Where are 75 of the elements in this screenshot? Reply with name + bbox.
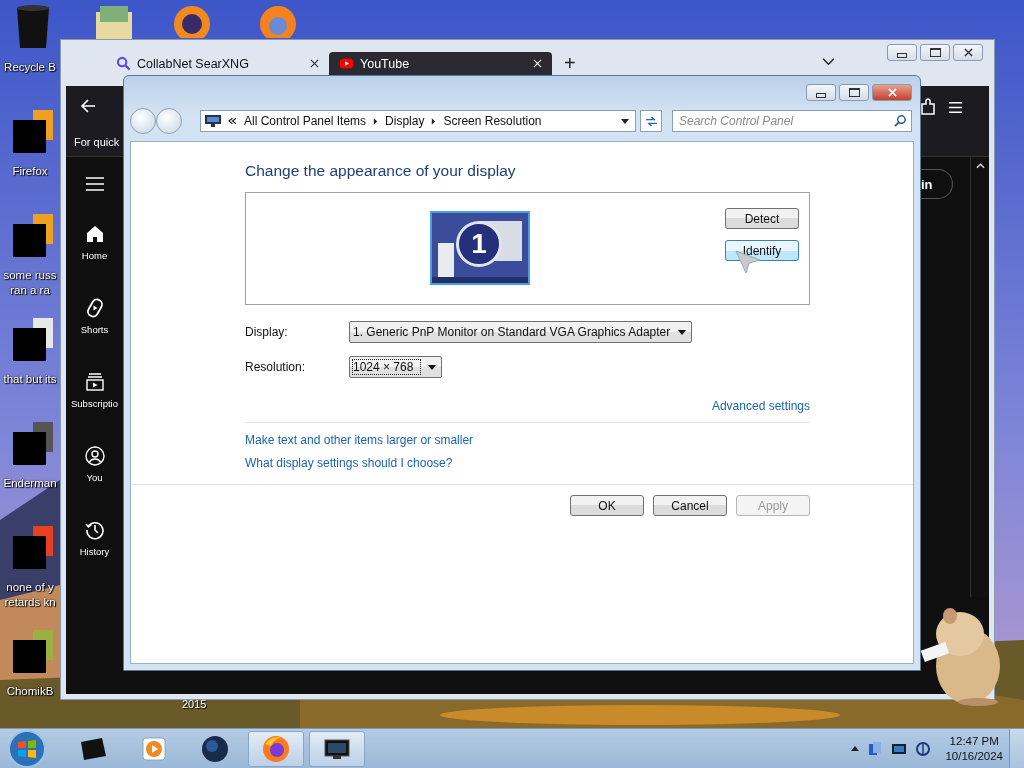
browser-tab[interactable]: CollabNet SearXNG: [106, 52, 329, 75]
icon-label[interactable]: some russ ran a ra: [3, 268, 57, 298]
shorts-icon: [84, 298, 105, 318]
help-link[interactable]: What display settings should I choose?: [245, 456, 453, 470]
resolution-dropdown[interactable]: 1024 × 768: [349, 356, 442, 378]
dialog-button[interactable]: Cancel: [653, 495, 727, 516]
caret-down-icon: [678, 329, 687, 335]
breadcrumb-item[interactable]: Display: [385, 114, 425, 128]
start-button[interactable]: [7, 728, 47, 768]
puzzle-icon[interactable]: [920, 98, 938, 116]
breadcrumb-item[interactable]: Screen Resolution: [443, 114, 542, 128]
maximize-button[interactable]: [839, 84, 869, 101]
new-tab-button[interactable]: +: [564, 53, 576, 73]
close-icon: [963, 48, 973, 57]
icon-label[interactable]: Recycle B: [4, 60, 56, 75]
caret-down-icon: [428, 364, 436, 370]
notification-text: For quick: [74, 136, 120, 148]
caret-up-icon[interactable]: [851, 746, 860, 751]
caret-right-icon[interactable]: [373, 117, 379, 125]
history-icon: [84, 520, 105, 540]
refresh-icon: [644, 115, 658, 127]
caret-right-icon[interactable]: [431, 117, 437, 125]
home-icon: [84, 224, 105, 244]
monitor-icon: [205, 115, 221, 127]
field-label: Resolution:: [245, 360, 307, 374]
taskbar-button[interactable]: [309, 730, 365, 767]
app-icon[interactable]: [13, 420, 53, 466]
globe-icon: [200, 733, 230, 764]
address-bar[interactable]: All Control Panel Items Display Screen Resolution: [200, 110, 636, 132]
app-icon[interactable]: [13, 212, 53, 258]
browser-tab[interactable]: YouTube: [329, 52, 552, 75]
back-arrow-icon[interactable]: [80, 98, 96, 114]
tray-app-icon[interactable]: [867, 740, 884, 757]
sidebar-item[interactable]: Home: [81, 224, 108, 298]
search-icon: [894, 114, 907, 127]
play-logo-icon: [339, 56, 354, 71]
subscriptions-icon: [84, 372, 105, 392]
display-dropdown[interactable]: 1. Generic PnP Monitor on Standard VGA Graphics Adapter: [349, 321, 693, 343]
search-icon: [116, 56, 131, 71]
clock-time[interactable]: 12:47 PM: [949, 733, 999, 749]
help-link[interactable]: Make text and other items larger or smaller: [245, 433, 474, 447]
app-icon[interactable]: [13, 628, 53, 674]
icon-label[interactable]: ChomikB: [6, 684, 54, 699]
double-chevron-icon: [228, 117, 237, 125]
user-icon: [84, 446, 105, 466]
chevron-up-icon[interactable]: [975, 163, 985, 169]
sidebar-item[interactable]: History: [79, 520, 110, 594]
page-heading: Change the appearance of your display: [245, 162, 517, 180]
search-field[interactable]: Search Control Panel: [672, 110, 912, 132]
advanced-settings-link[interactable]: Advanced settings: [711, 399, 810, 413]
app-icon[interactable]: [13, 316, 53, 362]
menu-icon[interactable]: [948, 100, 963, 114]
close-icon[interactable]: [310, 59, 319, 68]
close-icon: [887, 88, 897, 97]
close-button[interactable]: [953, 44, 983, 61]
menu-icon[interactable]: [85, 177, 104, 191]
minimize-button[interactable]: [806, 84, 836, 101]
minimize-button[interactable]: [887, 44, 917, 61]
icon-label[interactable]: Firefox: [12, 164, 48, 179]
dialog-button[interactable]: OK: [570, 495, 644, 516]
panel-button[interactable]: Detect: [725, 208, 799, 229]
maximize-button[interactable]: [920, 44, 950, 61]
sidebar-item[interactable]: Subscriptio: [71, 372, 118, 446]
chevron-down-icon[interactable]: [822, 57, 835, 66]
icon-label: 2015: [182, 698, 207, 710]
firefox-icon: [261, 733, 291, 764]
clock-date[interactable]: 10/16/2024: [945, 748, 1003, 764]
panel-button[interactable]: Identify: [725, 240, 799, 261]
refresh-button[interactable]: [640, 110, 662, 132]
breadcrumb-item[interactable]: All Control Panel Items: [244, 114, 367, 128]
field-label: Display:: [245, 325, 289, 339]
app-icon[interactable]: [13, 108, 53, 154]
caret-down-icon[interactable]: [621, 118, 629, 124]
sidebar-item[interactable]: Shorts: [80, 298, 109, 372]
sidebar-item[interactable]: You: [84, 446, 105, 520]
